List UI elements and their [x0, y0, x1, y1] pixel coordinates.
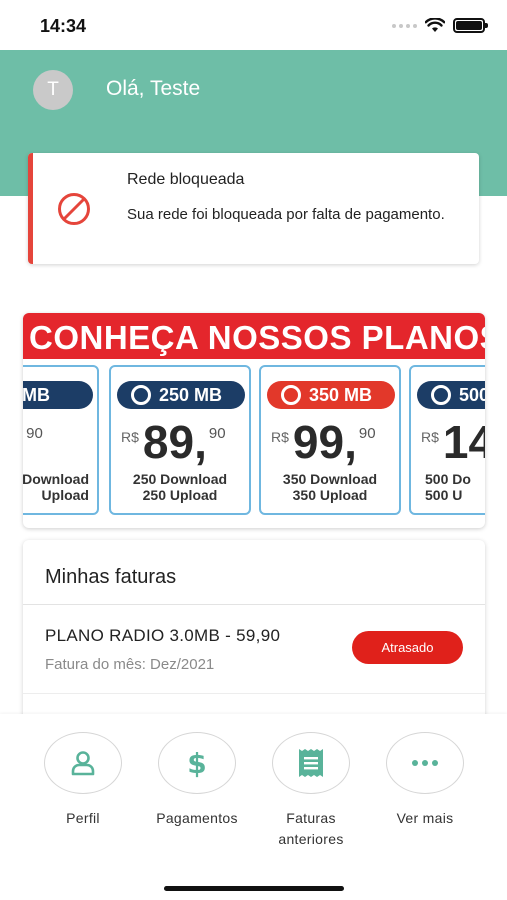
nav-label: Perfil: [66, 810, 100, 826]
invoice-subtitle: Fatura do mês: Dez/2021: [45, 656, 215, 673]
cellular-signal-icon: [392, 23, 417, 28]
alert-message: Sua rede foi bloqueada por falta de paga…: [127, 206, 445, 223]
nav-label: Pagamentos: [156, 810, 238, 826]
gauge-icon: [431, 385, 451, 405]
plan-card[interactable]: 0 MB 5990 DownloadUpload: [23, 365, 99, 515]
invoice-name: PLANO RADIO 3.0MB - 59,90: [45, 626, 281, 645]
plan-price: R$ 89, 90: [121, 416, 226, 468]
plan-pill-label: 350 MB: [309, 384, 373, 405]
plans-banner[interactable]: CONHEÇA NOSSOS PLANOS 0 MB 5990 Download…: [23, 313, 485, 528]
plan-card[interactable]: 350 MB R$ 99, 90 350 Download 350 Upload: [259, 365, 401, 515]
dollar-icon: $: [187, 746, 207, 780]
plan-pill: 350 MB: [267, 381, 395, 409]
status-icons: [392, 18, 488, 33]
status-time: 14:34: [40, 16, 87, 36]
divider: [23, 693, 485, 694]
plan-card[interactable]: 500 R$14 500 Do500 U: [409, 365, 485, 515]
banner-header: CONHEÇA NOSSOS PLANOS: [23, 313, 485, 359]
blocked-icon: [58, 193, 90, 225]
status-badge: Atrasado: [352, 631, 463, 664]
nav-item-ver-mais[interactable]: Ver mais: [370, 732, 480, 829]
plan-price: 5990: [23, 417, 43, 467]
plan-pill-label: 250 MB: [159, 384, 223, 405]
nav-item-pagamentos[interactable]: $ Pagamentos: [142, 732, 252, 829]
greeting: Olá, Teste: [106, 77, 201, 100]
nav-circle: $: [158, 732, 236, 794]
plan-speed: 350 Download 350 Upload: [282, 471, 378, 503]
alert-title: Rede bloqueada: [127, 171, 245, 188]
alert-accent-bar: [28, 153, 33, 264]
more-dots-icon: [412, 760, 438, 766]
divider: [23, 604, 485, 605]
plan-speed: Download Upload: [23, 471, 89, 503]
gauge-icon: [131, 385, 151, 405]
wifi-icon: [425, 18, 445, 32]
invoices-title: Minhas faturas: [45, 566, 177, 588]
invoices-card: Minhas faturas PLANO RADIO 3.0MB - 59,90…: [23, 540, 485, 730]
battery-icon: [453, 18, 488, 33]
nav-circle: [272, 732, 350, 794]
home-indicator[interactable]: [164, 886, 344, 891]
banner-title: CONHEÇA NOSSOS PLANOS: [29, 319, 485, 356]
gauge-icon: [281, 385, 301, 405]
plan-pill-label: 500: [459, 384, 485, 405]
nav-item-faturas-anteriores[interactable]: Faturas anteriores: [256, 732, 366, 850]
plan-price: R$14: [421, 416, 485, 468]
status-bar: 14:34: [0, 0, 507, 50]
nav-label: Ver mais: [396, 810, 454, 826]
plan-speed: 250 Download 250 Upload: [132, 471, 228, 503]
blocked-network-alert: Rede bloqueada Sua rede foi bloqueada po…: [28, 153, 479, 264]
plan-pill-label: 0 MB: [23, 384, 51, 405]
plan-row: 0 MB 5990 DownloadUpload 250 MB R$89,90 …: [23, 365, 485, 515]
nav-circle: [44, 732, 122, 794]
bottom-nav: Perfil $ Pagamentos Faturas anteriores V…: [0, 714, 507, 900]
nav-label: Faturas anteriores: [278, 810, 344, 847]
person-icon: [71, 751, 95, 776]
receipt-icon: [299, 749, 323, 777]
plan-price: R$ 99, 90: [271, 416, 376, 468]
plan-card[interactable]: 250 MB R$ 89, 90 250 Download 250 Upload: [109, 365, 251, 515]
plan-pill: 0 MB: [23, 381, 93, 409]
nav-item-perfil[interactable]: Perfil: [28, 732, 138, 829]
plan-speed: 500 Do 500 U: [425, 471, 471, 503]
avatar[interactable]: T: [33, 70, 73, 110]
plan-pill: 500: [417, 381, 485, 409]
plan-pill: 250 MB: [117, 381, 245, 409]
nav-circle: [386, 732, 464, 794]
